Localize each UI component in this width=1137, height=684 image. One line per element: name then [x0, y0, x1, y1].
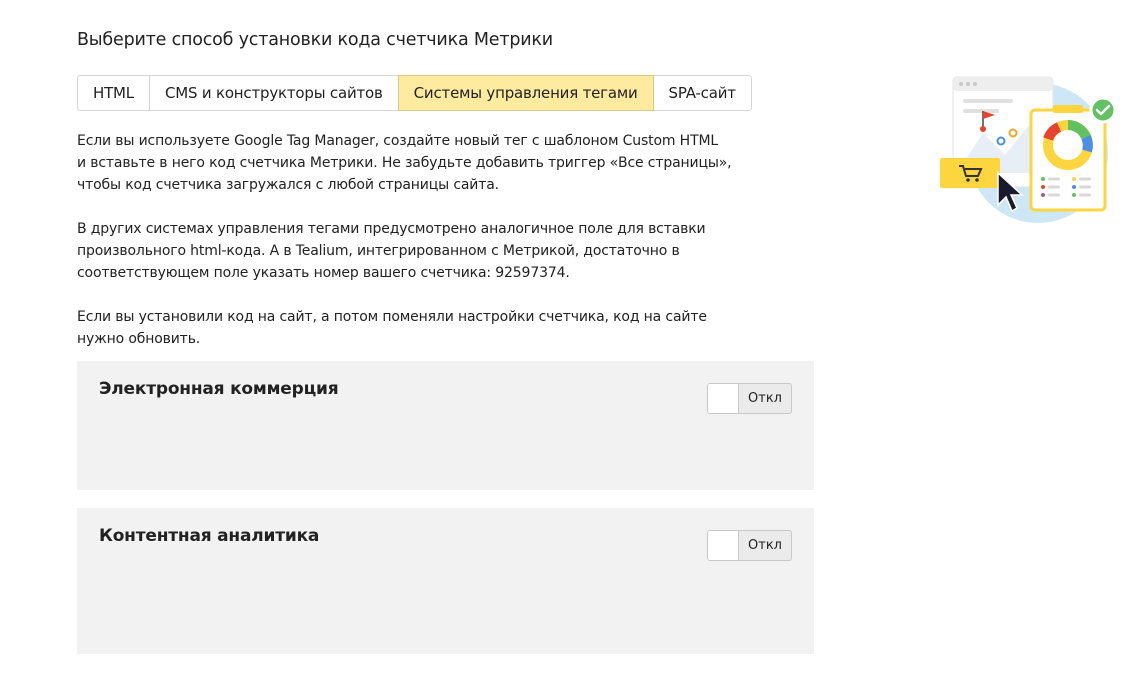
toggle-label: Откл: [748, 391, 782, 406]
description-paragraph-gtm: Если вы используете Google Tag Manager, …: [77, 133, 732, 193]
page: Выберите способ установки кода счетчика …: [0, 0, 1137, 684]
content-analytics-panel: Контентная аналитика Откл: [77, 508, 814, 654]
toggle-label: Откл: [748, 538, 782, 553]
ecommerce-panel: Электронная коммерция Откл: [77, 361, 814, 490]
description-paragraph-update: Если вы установили код на сайт, а потом …: [77, 309, 707, 347]
ecommerce-toggle[interactable]: Откл: [707, 383, 792, 414]
toggle-knob: [708, 384, 739, 413]
page-title: Выберите способ установки кода счетчика …: [77, 30, 553, 50]
content-analytics-toggle[interactable]: Откл: [707, 530, 792, 561]
tab-cms[interactable]: CMS и конструкторы сайтов: [148, 75, 399, 111]
metrika-illustration-icon: [940, 76, 1117, 223]
install-method-tabs: HTML CMS и конструкторы сайтов Системы у…: [77, 75, 752, 111]
tab-html[interactable]: HTML: [77, 75, 150, 111]
tab-description: Если вы используете Google Tag Manager, …: [77, 130, 737, 372]
content-analytics-title: Контентная аналитика: [99, 526, 320, 546]
toggle-knob: [708, 531, 739, 560]
tab-spa[interactable]: SPA-сайт: [652, 75, 752, 111]
tab-tag-managers[interactable]: Системы управления тегами: [397, 75, 654, 111]
description-paragraph-other: В других системах управления тегами пред…: [77, 221, 706, 281]
ecommerce-title: Электронная коммерция: [99, 379, 339, 399]
